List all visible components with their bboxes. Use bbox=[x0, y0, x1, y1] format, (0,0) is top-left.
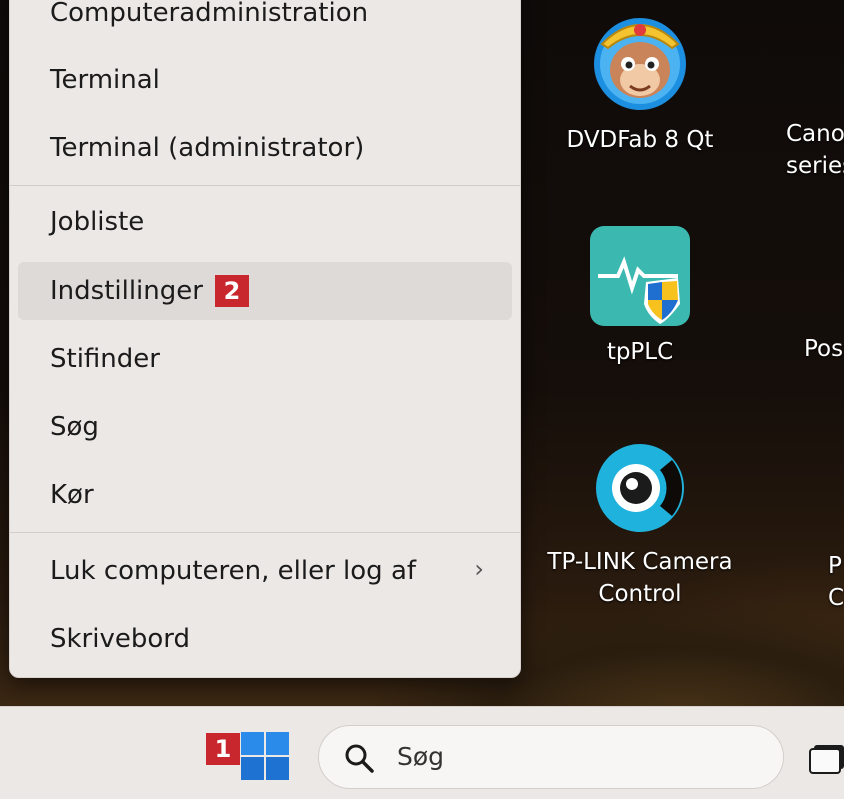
desktop-icon-label-line1: TP-LINK Camera bbox=[547, 549, 733, 575]
menu-item-label: Kør bbox=[50, 480, 94, 510]
camera-lens-icon bbox=[596, 444, 684, 532]
menu-item-label: Søg bbox=[50, 412, 99, 442]
menu-item-terminal-admin[interactable]: Terminal (administrator) bbox=[18, 119, 512, 177]
menu-item-sog[interactable]: Søg bbox=[18, 398, 512, 456]
chevron-right-icon: › bbox=[474, 555, 484, 583]
windows-logo-icon bbox=[241, 732, 289, 780]
menu-item-indstillinger[interactable]: Indstillinger 2 bbox=[18, 262, 512, 320]
menu-item-jobliste[interactable]: Jobliste bbox=[18, 193, 512, 251]
desktop-icon-tplink-camera[interactable]: TP-LINK Camera Control bbox=[520, 440, 760, 610]
menu-item-label: Terminal (administrator) bbox=[50, 133, 365, 163]
menu-item-label: Stifinder bbox=[50, 344, 160, 374]
desktop-icon-label: DVDFab 8 Qt bbox=[566, 127, 714, 153]
menu-item-label: Indstillinger bbox=[50, 276, 203, 306]
menu-item-label: Jobliste bbox=[50, 207, 145, 237]
menu-separator bbox=[10, 532, 520, 533]
menu-item-terminal[interactable]: Terminal bbox=[18, 51, 512, 109]
desktop-icon-pos[interactable]: Pos bbox=[804, 333, 844, 365]
menu-item-stifinder[interactable]: Stifinder bbox=[18, 330, 512, 388]
start-button[interactable] bbox=[240, 731, 290, 781]
desktop-icon-label: Canoseries bbox=[786, 121, 844, 179]
search-icon bbox=[345, 744, 374, 773]
step-badge-2: 2 bbox=[214, 275, 249, 307]
desktop-icon-label-line2: Control bbox=[598, 581, 682, 607]
task-view-button[interactable] bbox=[808, 735, 844, 775]
taskbar: 1 Søg bbox=[0, 706, 844, 799]
menu-item-label: Terminal bbox=[50, 65, 160, 95]
desktop-icon-canon[interactable]: Canoseries bbox=[786, 118, 844, 182]
step-badge-1: 1 bbox=[206, 733, 240, 765]
desktop-icon-label: PC bbox=[828, 553, 844, 611]
desktop-icon-tpplc[interactable]: tpPLC bbox=[540, 224, 740, 368]
menu-item-computeradministration[interactable]: Computeradministration bbox=[18, 0, 512, 42]
menu-item-label: Skrivebord bbox=[50, 624, 191, 654]
monkey-king-icon bbox=[594, 18, 686, 110]
menu-separator bbox=[10, 185, 520, 186]
desktop-icon-dvdfab[interactable]: DVDFab 8 Qt bbox=[540, 8, 740, 156]
menu-item-label: Luk computeren, eller log af bbox=[50, 556, 417, 586]
search-placeholder: Søg bbox=[397, 742, 445, 771]
task-view-icon bbox=[809, 745, 844, 774]
menu-item-label: Computeradministration bbox=[50, 0, 369, 28]
menu-item-skrivebord[interactable]: Skrivebord bbox=[18, 610, 512, 668]
desktop-icon-partial[interactable]: PC bbox=[828, 550, 844, 614]
winx-context-menu: Computeradministration Terminal Terminal… bbox=[9, 0, 521, 678]
menu-item-kor[interactable]: Kør bbox=[18, 466, 512, 524]
taskbar-search-box[interactable]: Søg bbox=[318, 725, 784, 789]
desktop-icon-label: tpPLC bbox=[606, 339, 674, 365]
tpplc-shield-icon bbox=[590, 226, 690, 326]
desktop-icon-label: Pos bbox=[804, 336, 844, 362]
menu-item-shutdown-signout[interactable]: Luk computeren, eller log af › bbox=[18, 542, 512, 600]
